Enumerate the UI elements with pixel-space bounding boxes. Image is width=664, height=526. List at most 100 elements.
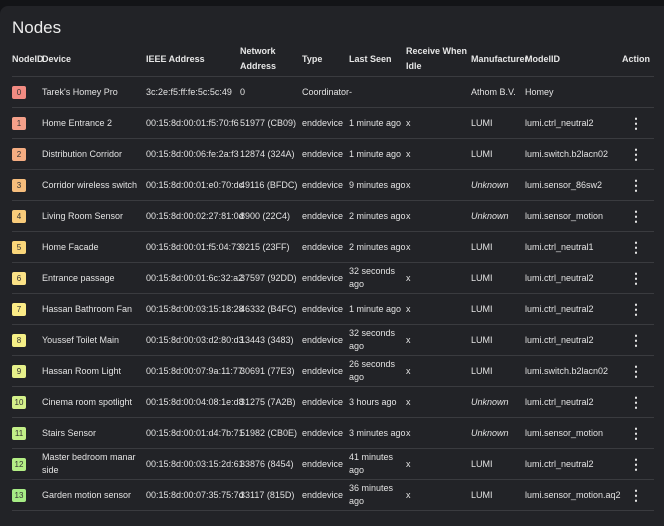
table-row[interactable]: 5 Home Facade 00:15:8d:00:01:f5:04:73 9215 … bbox=[12, 231, 654, 263]
node-id-badge: 3 bbox=[12, 178, 26, 192]
last-seen: 41 minutes ago bbox=[349, 448, 406, 480]
header-ieee[interactable]: IEEE Address bbox=[146, 42, 240, 77]
device-name: Distribution Corridor bbox=[42, 138, 146, 170]
header-model[interactable]: ModelID bbox=[525, 42, 618, 77]
header-device[interactable]: Device bbox=[42, 42, 146, 77]
last-seen: 3 minutes ago bbox=[349, 417, 406, 449]
manufacturer: Unknown bbox=[471, 386, 525, 418]
model-id: lumi.ctrl_neutral2 bbox=[525, 324, 618, 356]
receive-when-idle: x bbox=[406, 169, 471, 201]
manufacturer: LUMI bbox=[471, 293, 525, 325]
table-row[interactable]: 12 Master bedroom manar side 00:15:8d:00:0… bbox=[12, 448, 654, 480]
device-type: enddevice bbox=[302, 324, 349, 356]
model-id: lumi.sensor_86sw2 bbox=[525, 169, 618, 201]
device-type: enddevice bbox=[302, 200, 349, 232]
table-row[interactable]: 0 Tarek's Homey Pro 3c:2e:f5:ff:fe:5c:5c:4… bbox=[12, 76, 654, 108]
device-name: Stairs Sensor bbox=[42, 417, 146, 449]
receive-when-idle: x bbox=[406, 448, 471, 480]
device-name: Corridor wireless switch bbox=[42, 169, 146, 201]
manufacturer: LUMI bbox=[471, 262, 525, 294]
table-header: NodeID Device IEEE Address Network Addre… bbox=[12, 42, 654, 77]
device-type: enddevice bbox=[302, 355, 349, 387]
model-id: Homey bbox=[525, 76, 618, 108]
table-row[interactable]: 2 Distribution Corridor 00:15:8d:00:06:fe:… bbox=[12, 138, 654, 170]
ieee-address: 00:15:8d:00:01:e0:70:dc bbox=[146, 169, 243, 201]
model-id: lumi.sensor_motion bbox=[525, 417, 618, 449]
action-menu-icon[interactable]: ⋮ bbox=[618, 293, 654, 325]
header-last-seen[interactable]: Last Seen bbox=[349, 42, 406, 77]
manufacturer: Unknown bbox=[471, 417, 525, 449]
network-address: 8900 (22C4) bbox=[240, 200, 302, 232]
network-address: 0 bbox=[240, 76, 302, 108]
node-id-badge: 1 bbox=[12, 116, 26, 130]
receive-when-idle: x bbox=[406, 324, 471, 356]
ieee-address: 00:15:8d:00:07:9a:11:77 bbox=[146, 355, 243, 387]
header-rwi[interactable]: Receive When Idle bbox=[406, 42, 471, 77]
device-name: Tarek's Homey Pro bbox=[42, 76, 146, 108]
action-menu-icon[interactable]: ⋮ bbox=[618, 262, 654, 294]
table-row[interactable]: 10 Cinema room spotlight 00:15:8d:00:04:08… bbox=[12, 386, 654, 418]
header-nodeid[interactable]: NodeID bbox=[12, 42, 44, 77]
header-type[interactable]: Type bbox=[302, 42, 349, 77]
device-type: enddevice bbox=[302, 448, 349, 480]
table-row[interactable]: 13 Garden motion sensor 00:15:8d:00:07:35:… bbox=[12, 479, 654, 511]
table-row[interactable]: 7 Hassan Bathroom Fan 00:15:8d:00:03:15:18… bbox=[12, 293, 654, 325]
device-name: Cinema room spotlight bbox=[42, 386, 146, 418]
table-row[interactable]: 9 Hassan Room Light 00:15:8d:00:07:9a:11:7… bbox=[12, 355, 654, 387]
node-id-badge: 2 bbox=[12, 147, 26, 161]
ieee-address: 00:15:8d:00:01:f5:04:73 bbox=[146, 231, 241, 263]
table-row[interactable]: 6 Entrance passage 00:15:8d:00:01:6c:32:a2… bbox=[12, 262, 654, 294]
last-seen: 26 seconds ago bbox=[349, 355, 406, 387]
network-address: 51982 (CB0E) bbox=[240, 417, 302, 449]
node-id-badge: 6 bbox=[12, 271, 26, 285]
device-name: Garden motion sensor bbox=[42, 479, 146, 511]
model-id: lumi.sensor_motion.aq2 bbox=[525, 479, 621, 511]
node-id-badge: 10 bbox=[12, 395, 26, 409]
network-address: 13443 (3483) bbox=[240, 324, 302, 356]
table-row[interactable]: 1 Home Entrance 2 00:15:8d:00:01:f5:70:f6 5… bbox=[12, 107, 654, 139]
receive-when-idle: x bbox=[406, 355, 471, 387]
last-seen: 3 hours ago bbox=[349, 386, 406, 418]
action-menu-icon[interactable]: ⋮ bbox=[618, 448, 654, 480]
table-row[interactable]: 3 Corridor wireless switch 00:15:8d:00:01:… bbox=[12, 169, 654, 201]
model-id: lumi.ctrl_neutral2 bbox=[525, 448, 618, 480]
action-menu-icon[interactable]: ⋮ bbox=[618, 138, 654, 170]
node-id-badge: 9 bbox=[12, 364, 26, 378]
ieee-address: 3c:2e:f5:ff:fe:5c:5c:49 bbox=[146, 76, 240, 108]
device-name: Hassan Room Light bbox=[42, 355, 146, 387]
action-menu-icon[interactable]: ⋮ bbox=[618, 386, 654, 418]
network-address: 51977 (CB09) bbox=[240, 107, 302, 139]
table-row[interactable]: 8 Youssef Toilet Main 00:15:8d:00:03:d2:80… bbox=[12, 324, 654, 356]
last-seen: - bbox=[349, 76, 406, 108]
action-menu-icon bbox=[618, 76, 654, 108]
last-seen: 2 minutes ago bbox=[349, 231, 406, 263]
table-row[interactable]: 11 Stairs Sensor 00:15:8d:00:01:d4:7b:71 51… bbox=[12, 417, 654, 449]
action-menu-icon[interactable]: ⋮ bbox=[618, 355, 654, 387]
action-menu-icon[interactable]: ⋮ bbox=[618, 324, 654, 356]
receive-when-idle: x bbox=[406, 200, 471, 232]
action-menu-icon[interactable]: ⋮ bbox=[618, 200, 654, 232]
device-name: Hassan Bathroom Fan bbox=[42, 293, 146, 325]
action-menu-icon[interactable]: ⋮ bbox=[618, 417, 654, 449]
last-seen: 1 minute ago bbox=[349, 138, 406, 170]
ieee-address: 00:15:8d:00:02:27:81:0d bbox=[146, 200, 244, 232]
ieee-address: 00:15:8d:00:03:d2:80:d3 bbox=[146, 324, 244, 356]
table-row[interactable]: 4 Living Room Sensor 00:15:8d:00:02:27:81:… bbox=[12, 200, 654, 232]
last-seen: 9 minutes ago bbox=[349, 169, 406, 201]
network-address: 31275 (7A2B) bbox=[240, 386, 302, 418]
action-menu-icon[interactable]: ⋮ bbox=[618, 231, 654, 263]
device-name: Home Entrance 2 bbox=[42, 107, 146, 139]
header-manufacturer[interactable]: Manufacturer bbox=[471, 42, 528, 77]
network-address: 37597 (92DD) bbox=[240, 262, 302, 294]
action-menu-icon[interactable]: ⋮ bbox=[618, 479, 654, 511]
manufacturer: Athom B.V. bbox=[471, 76, 525, 108]
header-network[interactable]: Network Address bbox=[240, 42, 302, 77]
device-name: Master bedroom manar side bbox=[42, 448, 146, 480]
receive-when-idle: x bbox=[406, 138, 471, 170]
device-type: enddevice bbox=[302, 107, 349, 139]
manufacturer: Unknown bbox=[471, 169, 525, 201]
device-name: Home Facade bbox=[42, 231, 146, 263]
action-menu-icon[interactable]: ⋮ bbox=[618, 107, 654, 139]
device-name: Youssef Toilet Main bbox=[42, 324, 146, 356]
action-menu-icon[interactable]: ⋮ bbox=[618, 169, 654, 201]
